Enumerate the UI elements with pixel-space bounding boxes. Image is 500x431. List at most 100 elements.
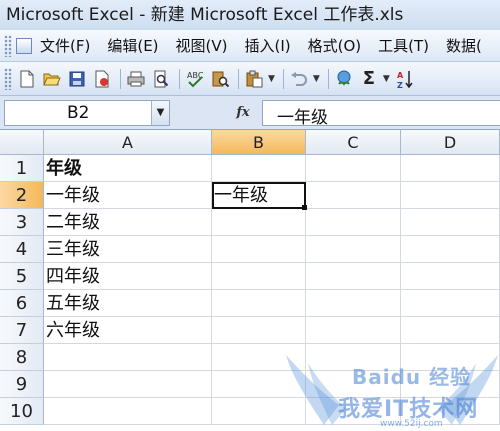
select-all-corner[interactable]	[0, 130, 44, 155]
menu-grip-handle[interactable]	[4, 34, 12, 57]
autosum-dropdown-icon[interactable]: ▼	[383, 74, 390, 84]
cell-b8[interactable]	[212, 344, 306, 371]
standard-toolbar: ABC ▼ ▼ Σ ▼ AZ	[0, 62, 500, 96]
cell-c10[interactable]	[306, 398, 401, 425]
cell-c7[interactable]	[306, 317, 401, 344]
window-title: Microsoft Excel - 新建 Microsoft Excel 工作表…	[6, 5, 404, 25]
cell-c8[interactable]	[306, 344, 401, 371]
cell-c1[interactable]	[306, 155, 401, 182]
print-icon[interactable]	[125, 68, 147, 90]
cell-a3[interactable]: 二年级	[44, 209, 212, 236]
worksheet-grid: ABCD 1 年级 2 一年级 一年级 3 二年级 4 三年级 5 四年级 6 五年级 7 六年级 8 9 10	[0, 130, 500, 431]
row-header-4[interactable]: 4	[0, 236, 44, 263]
cell-a7[interactable]: 六年级	[44, 317, 212, 344]
new-icon[interactable]	[16, 68, 38, 90]
menu-tools[interactable]: 工具(T)	[378, 35, 429, 56]
cell-b5[interactable]	[212, 263, 306, 290]
cell-d9[interactable]	[401, 371, 500, 398]
row-header-5[interactable]: 5	[0, 263, 44, 290]
undo-icon[interactable]	[288, 68, 310, 90]
row-header-2[interactable]: 2	[0, 182, 44, 209]
cell-a10[interactable]	[44, 398, 212, 425]
insert-function-button[interactable]: fx	[232, 102, 254, 124]
name-box-value[interactable]: B2	[67, 103, 89, 123]
cell-d7[interactable]	[401, 317, 500, 344]
svg-text:Z: Z	[397, 81, 403, 89]
column-header-c[interactable]: C	[306, 130, 401, 155]
cell-b4[interactable]	[212, 236, 306, 263]
workbook-icon[interactable]	[16, 37, 32, 54]
toolbar-separator	[282, 68, 284, 89]
column-header-a[interactable]: A	[44, 130, 212, 155]
cell-c5[interactable]	[306, 263, 401, 290]
name-box-dropdown-icon[interactable]: ▼	[151, 101, 169, 125]
menu-insert[interactable]: 插入(I)	[245, 35, 291, 56]
row-header-7[interactable]: 7	[0, 317, 44, 344]
column-header-d[interactable]: D	[401, 130, 500, 155]
cell-a5[interactable]: 四年级	[44, 263, 212, 290]
cell-a4[interactable]: 三年级	[44, 236, 212, 263]
cell-b6[interactable]	[212, 290, 306, 317]
cell-d10[interactable]	[401, 398, 500, 425]
cell-b2[interactable]: 一年级	[212, 182, 306, 209]
cell-c6[interactable]	[306, 290, 401, 317]
cell-d8[interactable]	[401, 344, 500, 371]
cell-c4[interactable]	[306, 236, 401, 263]
cell-a9[interactable]	[44, 371, 212, 398]
toolbar-separator	[179, 68, 180, 89]
cell-b7[interactable]	[212, 317, 306, 344]
cell-d3[interactable]	[401, 209, 500, 236]
formula-text[interactable]: 一年级	[277, 103, 328, 128]
print-preview-icon[interactable]	[150, 68, 172, 90]
cell-b3[interactable]	[212, 209, 306, 236]
cell-a2[interactable]: 一年级	[44, 182, 212, 209]
row-header-1[interactable]: 1	[0, 155, 44, 182]
paste-icon[interactable]	[243, 68, 265, 90]
save-icon[interactable]	[66, 68, 88, 90]
cell-c9[interactable]	[306, 371, 401, 398]
menu-bar: 文件(F) 编辑(E) 视图(V) 插入(I) 格式(O) 工具(T) 数据(	[0, 30, 500, 62]
open-icon[interactable]	[41, 68, 63, 90]
column-header-b[interactable]: B	[212, 130, 306, 155]
toolbar-grip-handle[interactable]	[4, 67, 12, 90]
undo-dropdown-icon[interactable]: ▼	[313, 74, 320, 84]
cell-c3[interactable]	[306, 209, 401, 236]
menu-format[interactable]: 格式(O)	[308, 35, 362, 56]
svg-text:A: A	[397, 71, 404, 80]
cell-b10[interactable]	[212, 398, 306, 425]
fill-handle[interactable]	[302, 205, 307, 210]
menu-view[interactable]: 视图(V)	[176, 35, 228, 56]
cell-d4[interactable]	[401, 236, 500, 263]
paste-dropdown-icon[interactable]: ▼	[268, 74, 275, 84]
cell-d5[interactable]	[401, 263, 500, 290]
formula-input[interactable]: 一年级	[262, 100, 500, 128]
row-header-9[interactable]: 9	[0, 371, 44, 398]
cell-a1[interactable]: 年级	[44, 155, 212, 182]
research-icon[interactable]	[209, 68, 231, 90]
cell-b1[interactable]	[212, 155, 306, 182]
menu-edit[interactable]: 编辑(E)	[107, 35, 158, 56]
cell-d6[interactable]	[401, 290, 500, 317]
cell-d1[interactable]	[401, 155, 500, 182]
row-header-6[interactable]: 6	[0, 290, 44, 317]
row-header-10[interactable]: 10	[0, 398, 44, 425]
cell-b9[interactable]	[212, 371, 306, 398]
row-header-3[interactable]: 3	[0, 209, 44, 236]
menu-data[interactable]: 数据(	[446, 35, 482, 56]
toolbar-separator	[120, 68, 121, 89]
cell-d2[interactable]	[401, 182, 500, 209]
spelling-icon[interactable]: ABC	[184, 68, 206, 90]
name-box[interactable]: B2 ▼	[4, 100, 170, 126]
cell-a6[interactable]: 五年级	[44, 290, 212, 317]
menu-file[interactable]: 文件(F)	[40, 35, 90, 56]
autosum-icon[interactable]: Σ	[358, 68, 380, 90]
row-header-8[interactable]: 8	[0, 344, 44, 371]
permission-icon[interactable]	[91, 68, 113, 90]
sort-ascending-icon[interactable]: AZ	[394, 68, 416, 90]
cell-a8[interactable]	[44, 344, 212, 371]
toolbar-separator	[327, 68, 329, 89]
hyperlink-icon[interactable]	[333, 68, 355, 90]
toolbar-separator	[238, 68, 239, 89]
formula-bar: B2 ▼ fx 一年级	[0, 96, 500, 130]
cell-c2[interactable]	[306, 182, 401, 209]
